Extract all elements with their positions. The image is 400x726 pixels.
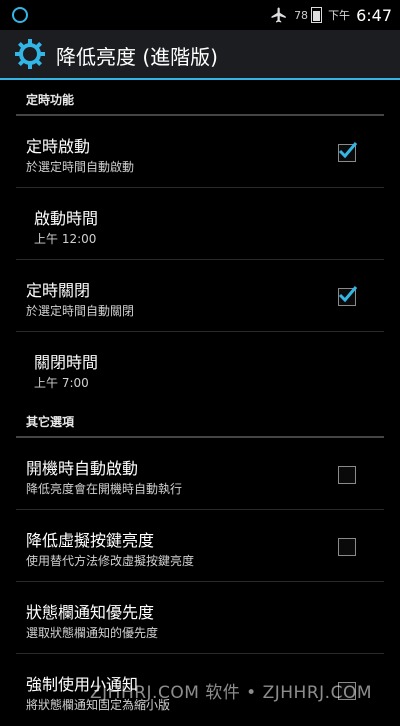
pref-notification-priority[interactable]: 狀態欄通知優先度 選取狀態欄通知的優先度 <box>16 582 384 654</box>
gear-app-icon[interactable] <box>14 38 46 70</box>
pref-timed-stop[interactable]: 定時關閉 於選定時間自動關閉 <box>16 260 384 332</box>
pref-title: 啟動時間 <box>34 209 99 228</box>
status-bar-right: 78 下午 6:47 <box>270 4 392 26</box>
dim-soft-keys-checkbox[interactable] <box>338 538 356 556</box>
pref-title: 定時啟動 <box>26 137 91 156</box>
clock-ampm: 下午 <box>328 9 351 22</box>
status-bar: 78 下午 6:47 <box>0 0 400 30</box>
battery-indicator: 78 <box>294 7 323 23</box>
airplane-mode-icon <box>271 7 286 23</box>
pref-start-time[interactable]: 啟動時間 上午 12:00 <box>16 188 384 260</box>
checkmark-icon <box>338 142 358 159</box>
action-bar: 降低亮度 (進階版) <box>0 30 400 80</box>
pref-stop-time[interactable]: 關閉時間 上午 7:00 <box>16 332 384 404</box>
clock-time: 6:47 <box>356 5 392 25</box>
pref-title: 關閉時間 <box>34 353 99 372</box>
pref-dim-soft-keys[interactable]: 降低虛擬按鍵亮度 使用替代方法修改虛擬按鍵亮度 <box>16 510 384 582</box>
section-header-timer: 定時功能 <box>16 82 384 116</box>
pref-title: 定時關閉 <box>26 281 91 300</box>
preference-list[interactable]: 定時功能 定時啟動 於選定時間自動啟動 啟動時間 上午 12:00 定時關閉 於… <box>0 82 400 726</box>
pref-summary: 於選定時間自動關閉 <box>26 304 135 318</box>
section-header-other: 其它選項 <box>16 404 384 438</box>
pref-title: 降低虛擬按鍵亮度 <box>26 531 155 550</box>
pref-title: 狀態欄通知優先度 <box>26 603 155 622</box>
notification-ring-icon <box>12 7 28 23</box>
autostart-checkbox[interactable] <box>338 466 356 484</box>
pref-summary: 上午 7:00 <box>34 376 89 390</box>
watermark: ZJHHRJ.COM 软件 • ZJHHRJ.COM <box>90 683 372 703</box>
pref-summary: 降低亮度會在開機時自動執行 <box>26 482 183 496</box>
pref-summary: 使用替代方法修改虛擬按鍵亮度 <box>26 554 195 568</box>
pref-timed-start[interactable]: 定時啟動 於選定時間自動啟動 <box>16 116 384 188</box>
checkmark-icon <box>338 286 358 303</box>
timed-start-checkbox[interactable] <box>338 142 358 162</box>
pref-summary: 於選定時間自動啟動 <box>26 160 135 174</box>
battery-icon <box>311 7 323 23</box>
battery-level: 78 <box>294 8 309 22</box>
pref-summary: 選取狀態欄通知的優先度 <box>26 626 159 640</box>
pref-summary: 上午 12:00 <box>34 232 97 246</box>
timed-stop-checkbox[interactable] <box>338 286 358 306</box>
app-title: 降低亮度 (進階版) <box>56 45 218 69</box>
pref-autostart-on-boot[interactable]: 開機時自動啟動 降低亮度會在開機時自動執行 <box>16 438 384 510</box>
pref-title: 開機時自動啟動 <box>26 459 139 478</box>
